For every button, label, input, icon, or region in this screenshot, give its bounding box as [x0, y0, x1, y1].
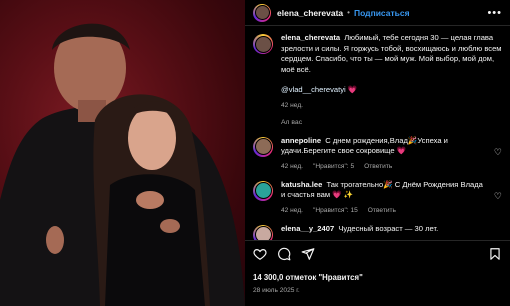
comment-username[interactable]: katusha.lee — [281, 180, 322, 189]
like-comment-icon[interactable]: ♡ — [494, 147, 502, 158]
mention-link[interactable]: @vlad__cherevatyi — [281, 85, 346, 94]
reply-button[interactable]: Ответить — [364, 163, 392, 170]
author-username[interactable]: elena_cherevata — [277, 8, 343, 18]
heart-emoji: 💗 — [347, 85, 358, 94]
post-header: elena_cherevata • Подписаться ••• — [245, 0, 510, 26]
comments-scroll-area[interactable]: elena_cherevata Любимый, тебе сегодня 30… — [245, 27, 510, 240]
comment-time[interactable]: 42 нед. — [281, 207, 303, 214]
avatar[interactable] — [253, 34, 273, 54]
comment-username[interactable]: elena__y_2407 — [281, 224, 334, 233]
comment-likes[interactable]: "Нравится": 15 — [313, 207, 358, 214]
comment-item: annepoline С днем рождения,Влад🎉Успеха и… — [245, 126, 510, 170]
more-options-icon[interactable]: ••• — [487, 7, 502, 19]
caption-block: elena_cherevata Любимый, тебе сегодня 30… — [245, 27, 510, 109]
instagram-post-modal: elena_cherevata • Подписаться ••• ✕ elen… — [0, 0, 510, 306]
post-photo[interactable] — [0, 0, 245, 306]
heart-emoji: 💗 — [332, 190, 342, 199]
comment-username[interactable]: annepoline — [281, 136, 321, 145]
likes-count[interactable]: 14 300,0 отметок "Нравится" — [253, 273, 363, 282]
reply-button[interactable]: Ответить — [368, 207, 396, 214]
comment-bubble-icon[interactable] — [277, 247, 291, 261]
like-comment-icon[interactable]: ♡ — [494, 191, 502, 202]
comment-item: elena__y_2407 Чудесный возраст — 30 лет. — [245, 214, 510, 240]
like-heart-icon[interactable] — [253, 247, 267, 261]
post-side-panel: elena_cherevata • Подписаться ••• ✕ elen… — [245, 0, 510, 306]
caption-time[interactable]: 42 нед. — [281, 102, 303, 109]
avatar[interactable] — [253, 136, 273, 157]
heart-emoji: 💗 — [396, 146, 407, 155]
comment-time[interactable]: 42 нед. — [281, 163, 303, 170]
avatar[interactable] — [253, 180, 273, 201]
caption-text: elena_cherevata Любимый, тебе сегодня 30… — [281, 33, 502, 74]
avatar[interactable] — [253, 224, 273, 240]
bookmark-save-icon[interactable] — [488, 247, 502, 261]
comment-item: katusha.lee Так трогательно🎉 С Днём Рожд… — [245, 170, 510, 214]
avatar[interactable] — [253, 3, 271, 22]
follow-button[interactable]: Подписаться — [354, 8, 410, 18]
separator-dot: • — [347, 8, 350, 17]
post-action-bar — [245, 240, 510, 266]
comment-text: Чудесный возраст — 30 лет. — [338, 223, 439, 233]
translation-link[interactable]: Ал вас — [281, 119, 510, 126]
caption-username[interactable]: elena_cherevata — [281, 33, 340, 42]
comment-likes[interactable]: "Нравится": 5 — [313, 163, 354, 170]
couple-photo-illustration — [0, 23, 245, 306]
share-send-icon[interactable] — [301, 247, 315, 261]
post-date: 28 июль 2025 г. — [253, 287, 300, 294]
sparkles-emoji: ✨ — [343, 190, 354, 199]
